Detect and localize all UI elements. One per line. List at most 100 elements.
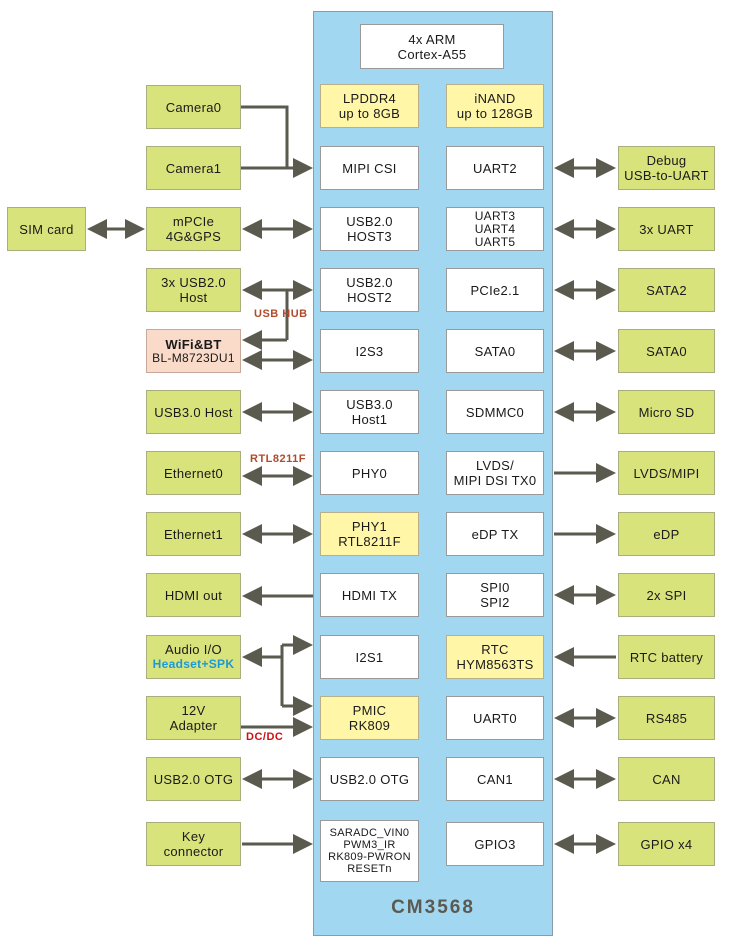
box-label: RTL8211F [338, 534, 401, 549]
arrow-left-icon [554, 834, 574, 854]
peripheral-label: SIM card [19, 221, 74, 237]
box-label: Audio I/O [165, 642, 222, 657]
peripheral-right: CAN [618, 757, 715, 801]
box-label: connector [163, 844, 224, 859]
soc-interface-left: MIPI CSI [320, 146, 419, 190]
peripheral-right: Micro SD [618, 390, 715, 434]
arrow-left-icon [242, 769, 262, 789]
arrow-left-icon [554, 219, 574, 239]
arrow-right-icon [596, 769, 616, 789]
peripheral-right: 3x UART [618, 207, 715, 251]
peripheral-left: WiFi&BT BL-M8723DU1 [146, 329, 241, 373]
box-label: MIPI CSI [342, 160, 397, 176]
box-label: SARADC_VIN0 [329, 827, 410, 839]
box-label: GPIO3 [474, 836, 516, 852]
box-label: PCIe2.1 [470, 282, 520, 298]
peripheral-left: 3x USB2.0 Host [146, 268, 241, 312]
arrow-right-icon [596, 158, 616, 178]
soc-interface-right: LVDS/MIPI DSI TX0 [446, 451, 544, 495]
peripheral-left: Ethernet0 [146, 451, 241, 495]
box-label: RK809-PWRON [328, 851, 411, 863]
peripheral-right: LVDS/MIPI [618, 451, 715, 495]
box-label: SDMMC0 [465, 404, 525, 420]
arrow-left-icon [242, 586, 262, 606]
arrow-right-icon [596, 463, 616, 483]
peripheral-left: 12V Adapter [146, 696, 241, 740]
arrow-left-icon [554, 647, 574, 667]
box-label: CAN [652, 771, 681, 787]
arrow-left-icon [242, 350, 262, 370]
box-label: Host [179, 290, 208, 305]
peripheral-right: Debug USB-to-UART [618, 146, 715, 190]
peripheral-left: Key connector [146, 822, 241, 866]
box-label: I2S3 [355, 343, 384, 359]
box-label: UART5 [474, 234, 516, 249]
arrow-left-icon [554, 708, 574, 728]
arrow-right-icon [596, 708, 616, 728]
peripheral-left: Camera0 [146, 85, 241, 129]
memory-block: LPDDR4 up to 8GB [320, 84, 419, 128]
box-label: Adapter [169, 718, 218, 733]
arrow-right-icon [293, 769, 313, 789]
peripheral-sim-card: SIM card [7, 207, 86, 251]
arrow-left-icon [242, 647, 262, 667]
soc-interface-right: SPI0 SPI2 [446, 573, 544, 617]
arrow-right-icon [293, 158, 313, 178]
box-label: Key [181, 829, 206, 844]
arrow-right-icon [293, 402, 313, 422]
box-label: 2x SPI [646, 587, 687, 603]
box-label: USB2.0 [346, 214, 393, 229]
soc-interface-left: PMIC RK809 [320, 696, 419, 740]
box-label: SATA0 [646, 343, 687, 359]
box-label: LVDS/ [475, 458, 515, 473]
arrow-right-icon [293, 834, 313, 854]
box-label: HOST3 [347, 229, 392, 244]
box-label: HDMI TX [341, 587, 398, 603]
soc-interface-right: UART3 UART4 UART5 [446, 207, 544, 251]
box-label: SATA0 [474, 343, 516, 359]
arrow-left-icon [554, 769, 574, 789]
box-label: Host1 [351, 412, 388, 427]
arrow-left-icon [554, 280, 574, 300]
soc-interface-left: USB2.0 OTG [320, 757, 419, 801]
box-label: HDMI out [164, 587, 223, 603]
arrow-left-icon [554, 341, 574, 361]
box-label: RS485 [645, 710, 688, 726]
soc-interface-right: eDP TX [446, 512, 544, 556]
box-label: UART3 [474, 208, 516, 223]
arrow-right-icon [596, 834, 616, 854]
usb-hub-label: USB HUB [254, 308, 308, 320]
arrow-right-icon [293, 524, 313, 544]
soc-interface-right: SATA0 [446, 329, 544, 373]
arrow-left-icon [242, 280, 262, 300]
box-label: SPI0 [480, 580, 510, 595]
arrow-left-icon [242, 466, 262, 486]
box-label: RESETn [347, 863, 392, 875]
box-label: GPIO x4 [640, 836, 693, 852]
peripheral-right: RTC battery [618, 635, 715, 679]
box-label: HOST2 [347, 290, 392, 305]
soc-interface-left: PHY1 RTL8211F [320, 512, 419, 556]
arrow-right-icon [293, 635, 313, 655]
soc-interface-right: PCIe2.1 [446, 268, 544, 312]
box-label: UART0 [473, 710, 517, 726]
peripheral-left: Audio I/O Headset+SPK [146, 635, 241, 679]
arrow-left-icon [554, 158, 574, 178]
arrow-left-icon [242, 330, 262, 350]
box-label: Headset+SPK [152, 657, 235, 671]
soc-interface-right: SDMMC0 [446, 390, 544, 434]
storage-line: up to 128GB [456, 106, 534, 121]
box-label: USB2.0 [346, 275, 393, 290]
box-label: USB2.0 OTG [153, 771, 234, 787]
box-label: PHY0 [351, 465, 388, 481]
soc-name: CM3568 [391, 897, 475, 918]
box-label: eDP [653, 526, 680, 542]
dcdc-label: DC/DC [246, 731, 284, 743]
soc-interface-left: SARADC_VIN0 PWM3_IR RK809-PWRON RESETn [320, 820, 419, 882]
box-label: USB2.0 OTG [329, 771, 410, 787]
box-label: Ethernet0 [163, 465, 224, 481]
box-label: Ethernet1 [163, 526, 224, 542]
box-label: PWM3_IR [343, 839, 396, 851]
arrow-right-icon [293, 717, 313, 737]
box-label: USB3.0 Host [154, 404, 233, 420]
